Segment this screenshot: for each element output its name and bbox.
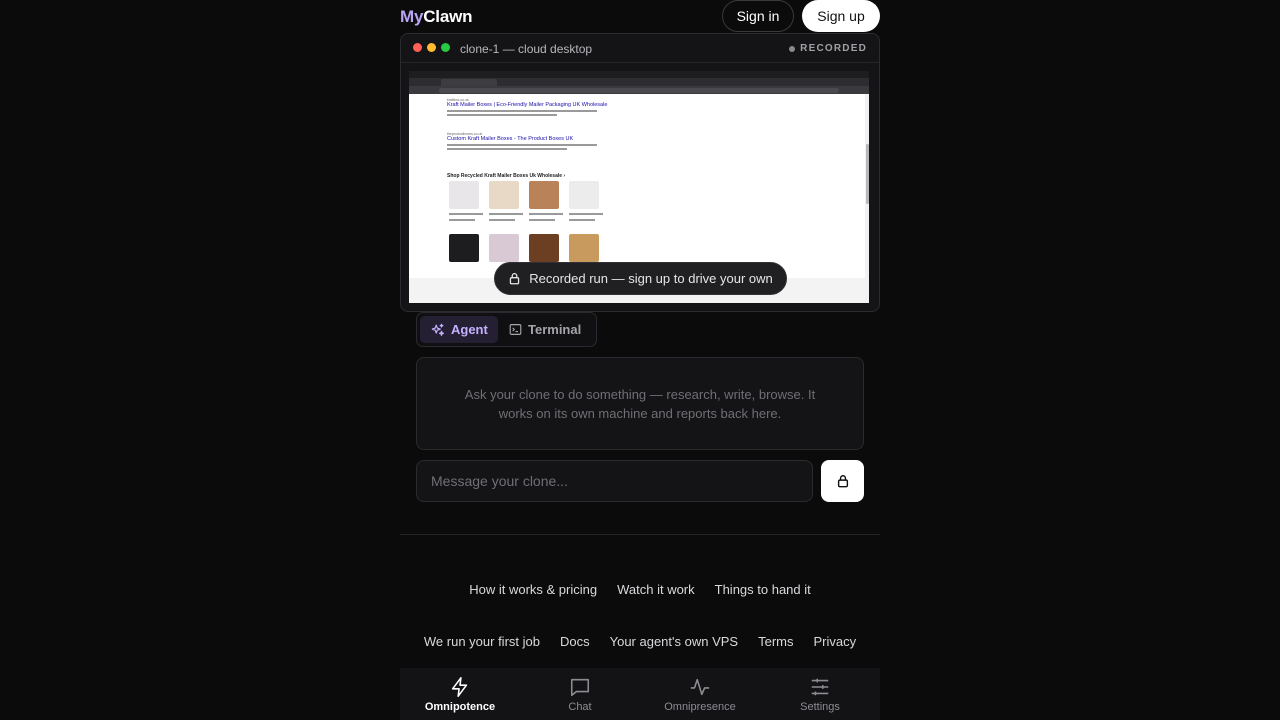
logo[interactable]: MyClawn	[400, 7, 472, 27]
bottom-nav: Omnipotence Chat Omnipresence Settings	[400, 668, 880, 720]
footer-link-things[interactable]: Things to hand it	[715, 582, 811, 597]
chat-bubble-icon	[570, 678, 590, 697]
result-title: Kraft Mailer Boxes | Eco-Friendly Mailer…	[447, 102, 608, 108]
nav-omnipresence[interactable]: Omnipresence	[640, 676, 760, 713]
divider	[400, 534, 880, 535]
page-column: MyClawn Sign in Sign up clone-1 — cloud …	[400, 0, 880, 720]
sliders-icon	[811, 678, 829, 696]
lock-icon	[510, 272, 520, 285]
product-caption	[529, 219, 555, 221]
bolt-icon	[451, 677, 468, 697]
recorded-badge: RECORDED	[789, 43, 867, 54]
minimize-dot-icon	[427, 43, 436, 52]
product-thumb	[529, 181, 559, 209]
remote-browser-tabs	[409, 78, 869, 86]
product-thumb	[489, 234, 519, 262]
footer-links-row2: We run your first job Docs Your agent's …	[400, 634, 880, 649]
product-thumb	[529, 234, 559, 262]
footer-link-terms[interactable]: Terms	[758, 634, 793, 649]
cloud-desktop-window: clone-1 — cloud desktop RECORDED kraftbo…	[400, 33, 880, 312]
remote-scrollbar-thumb	[866, 144, 869, 204]
nav-label: Chat	[568, 701, 592, 713]
nav-label: Omnipresence	[664, 701, 736, 713]
product-caption	[449, 219, 475, 221]
send-button[interactable]	[821, 460, 864, 502]
search-result: theproductboxes.co.uk Custom Kraft Maile…	[447, 132, 627, 150]
result-snippet	[447, 114, 557, 116]
remote-scrollbar	[865, 94, 869, 303]
footer-link-first-job[interactable]: We run your first job	[424, 634, 540, 649]
sparkles-icon	[431, 323, 445, 336]
search-result: kraftbox.co.uk Kraft Mailer Boxes | Eco-…	[447, 98, 627, 116]
recorded-run-toast: Recorded run — sign up to drive your own	[494, 262, 787, 295]
window-title: clone-1 — cloud desktop	[460, 42, 593, 56]
close-dot-icon	[413, 43, 422, 52]
shop-title: Shop Recycled Kraft Mailer Boxes Uk Whol…	[447, 173, 566, 179]
nav-chat[interactable]: Chat	[520, 676, 640, 713]
product-thumb	[569, 234, 599, 262]
footer-link-docs[interactable]: Docs	[560, 634, 590, 649]
result-snippet	[447, 148, 567, 150]
tab-terminal-label: Terminal	[528, 322, 582, 337]
footer-link-pricing[interactable]: How it works & pricing	[469, 582, 597, 597]
tab-agent-label: Agent	[451, 322, 488, 337]
chat-empty-state: Ask your clone to do something — researc…	[416, 357, 864, 450]
remote-browser-tab	[441, 79, 497, 86]
sign-up-button[interactable]: Sign up	[802, 0, 880, 32]
product-caption	[569, 213, 603, 215]
result-snippet	[447, 144, 597, 146]
tab-agent[interactable]: Agent	[420, 316, 498, 343]
product-caption	[569, 219, 595, 221]
terminal-icon	[509, 324, 522, 335]
nav-settings[interactable]: Settings	[760, 676, 880, 713]
nav-label: Omnipotence	[424, 701, 496, 713]
nav-omnipotence[interactable]: Omnipotence	[400, 676, 520, 713]
product-caption	[489, 213, 523, 215]
product-caption	[489, 219, 515, 221]
footer-link-watch[interactable]: Watch it work	[617, 582, 695, 597]
mode-tabs: Agent Terminal	[416, 312, 597, 347]
nav-label: Settings	[800, 701, 840, 713]
recorded-label: RECORDED	[800, 43, 867, 54]
message-input[interactable]	[416, 460, 813, 502]
remote-menubar	[409, 71, 869, 78]
product-thumb	[449, 234, 479, 262]
footer-link-vps[interactable]: Your agent's own VPS	[610, 634, 738, 649]
product-caption	[449, 213, 483, 215]
logo-clawn: Clawn	[423, 7, 473, 26]
product-caption	[529, 213, 563, 215]
footer-links-row1: How it works & pricing Watch it work Thi…	[400, 582, 880, 597]
result-snippet	[447, 110, 597, 112]
footer-link-privacy[interactable]: Privacy	[813, 634, 856, 649]
remote-url-box	[439, 87, 839, 93]
product-thumb	[569, 181, 599, 209]
maximize-dot-icon	[441, 43, 450, 52]
lock-icon	[837, 475, 848, 488]
toast-text: Recorded run — sign up to drive your own	[529, 271, 773, 286]
product-thumb	[489, 181, 519, 209]
activity-icon	[690, 678, 710, 696]
result-title: Custom Kraft Mailer Boxes - The Product …	[447, 136, 574, 142]
remote-url-bar	[409, 86, 869, 94]
logo-my: My	[400, 7, 424, 26]
window-titlebar: clone-1 — cloud desktop RECORDED	[401, 34, 879, 63]
record-dot-icon	[789, 45, 796, 52]
product-thumb	[449, 181, 479, 209]
sign-in-button[interactable]: Sign in	[722, 0, 794, 32]
tab-terminal[interactable]: Terminal	[509, 316, 595, 343]
